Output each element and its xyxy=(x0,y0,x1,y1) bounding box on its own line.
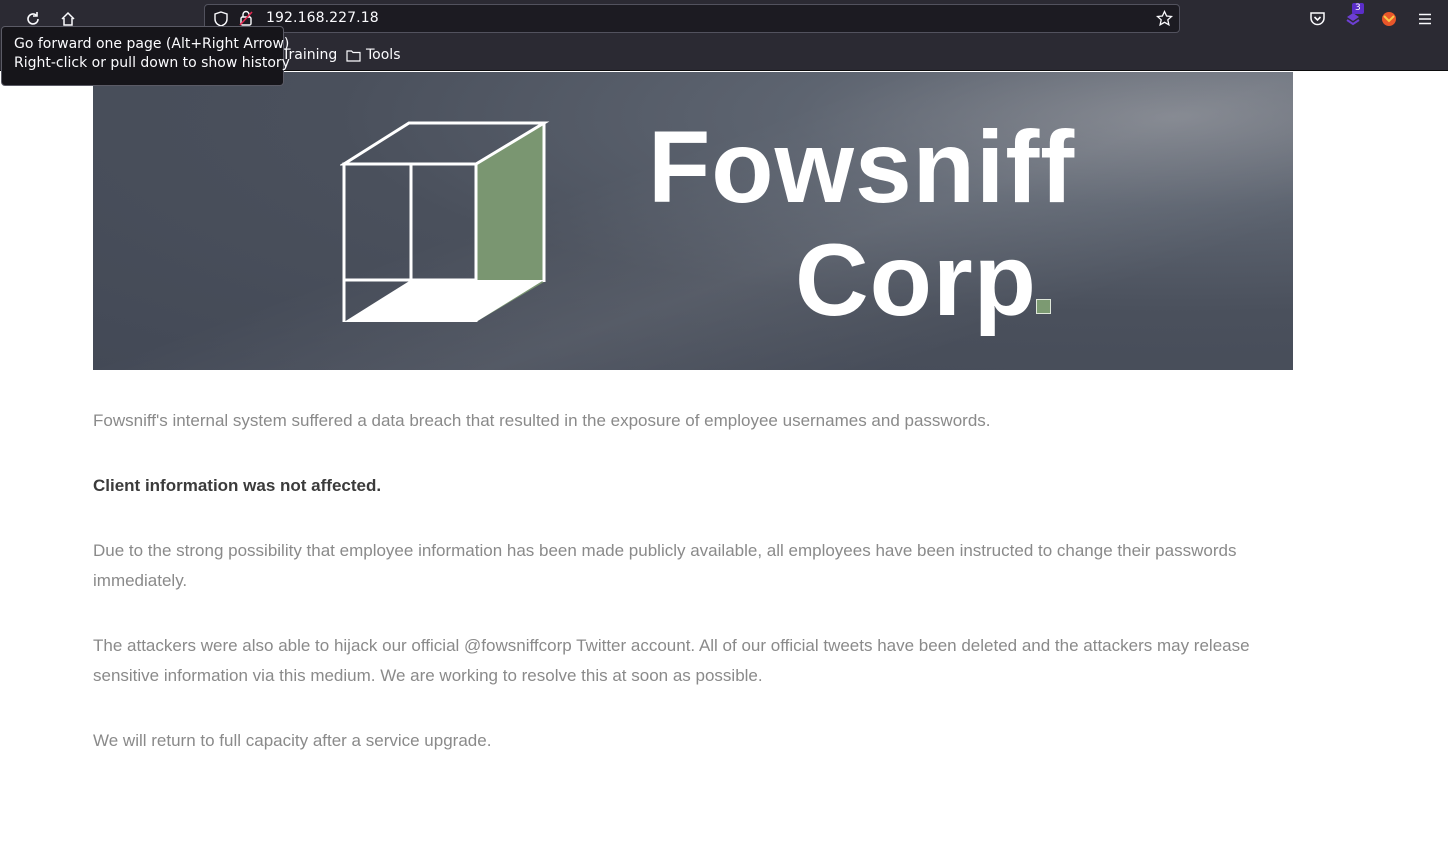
bookmark-label: Tools xyxy=(366,47,401,63)
bookmark-star-icon[interactable] xyxy=(1155,9,1174,31)
cube-logo-icon xyxy=(340,121,550,322)
bookmark-folder-tools[interactable]: Tools xyxy=(346,45,401,65)
forward-button-tooltip: Go forward one page (Alt+Right Arrow) Ri… xyxy=(1,26,290,86)
brand-dot xyxy=(1036,299,1051,314)
hero-banner: Fowsniff Corp xyxy=(93,72,1293,370)
brand-title-line2: Corp xyxy=(795,223,1037,337)
extension-icon[interactable]: 3 xyxy=(1342,3,1364,30)
folder-icon xyxy=(346,49,361,62)
client-info-paragraph: Client information was not affected. xyxy=(93,476,382,495)
password-change-paragraph: Due to the strong possibility that emplo… xyxy=(93,541,1237,590)
twitter-hijack-paragraph: The attackers were also able to hijack o… xyxy=(93,636,1250,685)
fox-icon[interactable] xyxy=(1378,8,1400,30)
address-bar[interactable]: 192.168.227.18 xyxy=(204,4,1180,33)
bookmark-label: Training xyxy=(282,47,338,63)
tooltip-line: Right-click or pull down to show history xyxy=(14,55,290,71)
pocket-icon[interactable] xyxy=(1306,8,1328,30)
extension-badge: 3 xyxy=(1352,3,1364,14)
brand-title-line1: Fowsniff xyxy=(648,110,1076,224)
service-upgrade-paragraph: We will return to full capacity after a … xyxy=(93,731,492,750)
url-text[interactable]: 192.168.227.18 xyxy=(266,10,379,26)
tooltip-line: Go forward one page (Alt+Right Arrow) xyxy=(14,36,290,52)
menu-icon[interactable] xyxy=(1414,8,1436,30)
breach-paragraph: Fowsniff's internal system suffered a da… xyxy=(93,411,991,430)
